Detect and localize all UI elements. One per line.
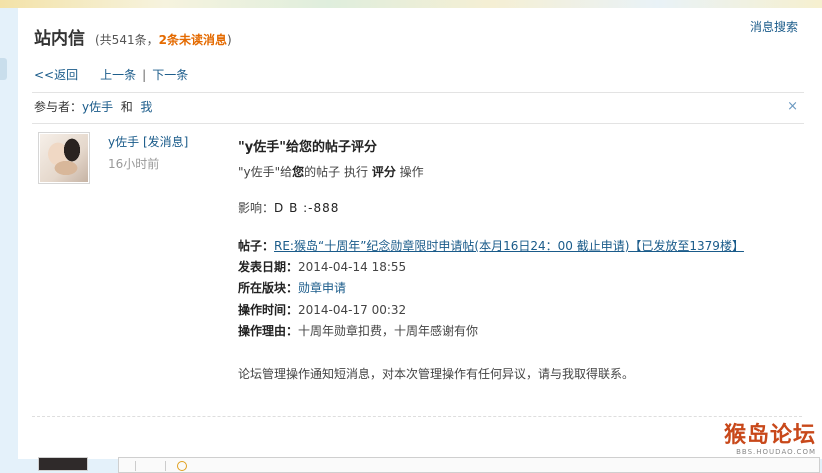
message-time: 16小时前 [108,157,160,171]
message-count: (共541条，2条未读消息) [95,33,232,47]
sender-info: y佐手 [发消息] 16小时前 [108,133,188,172]
participant-link-sender[interactable]: y佐手 [82,100,113,114]
participants-and: 和 [120,100,133,114]
participants-bar: 参与者：y佐手 和 我 × [32,92,804,124]
participants-label: 参与者： [34,100,83,114]
publish-date-line: 发表日期：2014-04-14 18:55 [238,260,407,274]
message-summary: "y佐手"给您的帖子 执行 评分 操作 [238,165,424,179]
post-line: 帖子：RE:猴岛“十周年”纪念勋章限时申请帖(本月16日24：00 截止申请)【… [238,236,808,256]
close-icon[interactable]: × [787,93,798,121]
impact-line: 影响：D B :-888 [238,201,340,215]
watermark-text: 猴岛论坛 [723,423,816,448]
post-link[interactable]: RE:猴岛“十周年”纪念勋章限时申请帖(本月16日24：00 截止申请)【已发放… [274,239,744,253]
reply-editor-toolbar[interactable] [118,457,820,473]
message-nav: <<返回 上一条 | 下一条 [34,66,188,83]
reply-avatar [38,457,88,471]
prev-link[interactable]: 上一条 [100,68,136,82]
nav-separator: | [142,68,147,82]
avatar-image [40,134,88,182]
top-banner-strip [0,0,822,8]
send-message-link[interactable]: [发消息] [143,135,188,149]
toolbar-divider [165,461,166,471]
participant-link-me[interactable]: 我 [140,100,152,114]
publish-date-value: 2014-04-14 18:55 [298,260,407,274]
sender-name-link[interactable]: y佐手 [108,135,139,149]
board-link[interactable]: 勋章申请 [298,281,346,295]
message-panel: 站内信 (共541条，2条未读消息) 消息搜索 <<返回 上一条 | 下一条 参与者：y… [18,8,822,473]
message-body: "y佐手"给您的帖子评分 "y佐手"给您的帖子 执行 评分 操作 影响：D B … [238,136,808,384]
site-watermark: 猴岛论坛 BBS.HOUDAO.COM [723,423,816,457]
board-line: 所在版块：勋章申请 [238,281,347,295]
message-search-link[interactable]: 消息搜索 [750,18,798,35]
left-sidebar-tab[interactable] [0,58,7,80]
divider [32,416,802,417]
watermark-url: BBS.HOUDAO.COM [736,448,816,456]
page-header: 站内信 (共541条，2条未读消息) [34,24,232,49]
op-time-line: 操作时间：2014-04-17 00:32 [238,303,407,317]
footer-note: 论坛管理操作通知短消息，对本次管理操作有任何异议，请与我取得联系。 [238,367,635,381]
back-link[interactable]: <<返回 [34,68,78,82]
post-label: 帖子： [238,239,275,253]
page-title: 站内信 [34,29,85,49]
reason-line: 操作理由：十周年勋章扣费，十周年感谢有你 [238,324,479,338]
message-title: "y佐手"给您的帖子评分 [238,140,378,155]
smiley-icon[interactable] [177,461,187,471]
sender-avatar[interactable] [38,132,90,184]
next-link[interactable]: 下一条 [152,68,188,82]
reason-value: 十周年勋章扣费，十周年感谢有你 [298,324,479,338]
op-time-value: 2014-04-17 00:32 [298,303,407,317]
impact-value: D B :-888 [274,201,340,215]
toolbar-divider [135,461,136,471]
unread-count[interactable]: 2条未读消息 [159,33,227,47]
